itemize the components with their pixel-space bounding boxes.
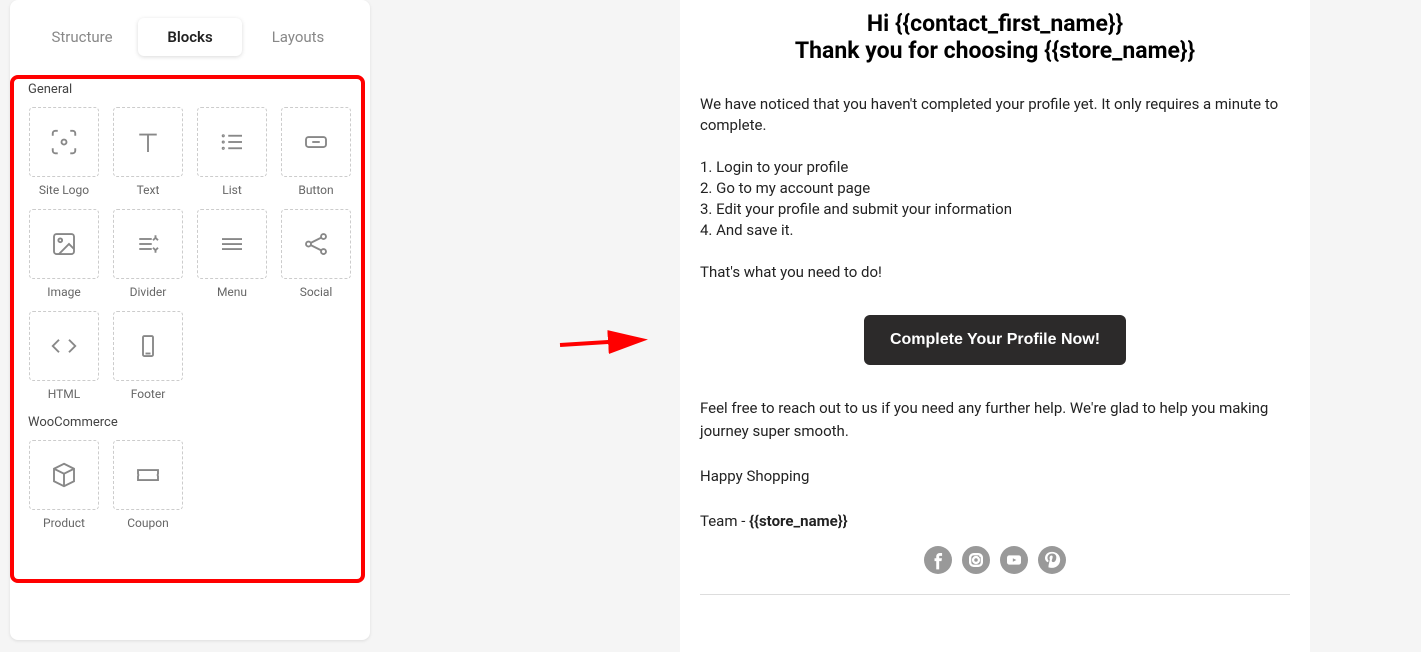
block-label: Footer (131, 387, 166, 401)
email-greeting: Hi {{contact_first_name}} (700, 10, 1290, 37)
block-html[interactable]: HTML (28, 311, 100, 401)
block-label: Social (300, 285, 333, 299)
block-label: List (222, 183, 242, 197)
pinterest-icon[interactable] (1038, 546, 1066, 574)
block-label: Divider (130, 285, 167, 299)
block-image[interactable]: Image (28, 209, 100, 299)
email-preview: Hi {{contact_first_name}} Thank you for … (680, 0, 1310, 652)
coupon-icon (113, 440, 183, 510)
block-site-logo[interactable]: Site Logo (28, 107, 100, 197)
email-step-2: 2. Go to my account page (700, 178, 1290, 199)
block-label: Site Logo (39, 183, 89, 197)
block-footer[interactable]: Footer (112, 311, 184, 401)
instagram-icon[interactable] (962, 546, 990, 574)
general-grid: Site Logo Text List Button (28, 107, 352, 401)
email-happy: Happy Shopping (700, 465, 1290, 488)
email-step-1: 1. Login to your profile (700, 157, 1290, 178)
social-icons (700, 546, 1290, 574)
block-list[interactable]: List (196, 107, 268, 197)
block-label: HTML (48, 387, 81, 401)
youtube-icon[interactable] (1000, 546, 1028, 574)
email-noticed: We have noticed that you haven't complet… (700, 94, 1290, 136)
tabs: Structure Blocks Layouts (10, 0, 370, 66)
block-label: Image (47, 285, 80, 299)
block-divider[interactable]: Divider (112, 209, 184, 299)
blocks-content: General Site Logo Text List (10, 66, 370, 554)
social-icon (281, 209, 351, 279)
block-label: Menu (217, 285, 247, 299)
text-icon (113, 107, 183, 177)
section-general: General (28, 82, 352, 97)
block-label: Coupon (127, 516, 168, 530)
email-footer: Feel free to reach out to us if you need… (700, 397, 1290, 532)
arrow-icon (555, 330, 655, 360)
button-icon (281, 107, 351, 177)
email-step-3: 3. Edit your profile and submit your inf… (700, 199, 1290, 220)
block-label: Product (43, 516, 85, 530)
email-feelfree: Feel free to reach out to us if you need… (700, 397, 1290, 442)
block-text[interactable]: Text (112, 107, 184, 197)
image-icon (29, 209, 99, 279)
email-thank: Thank you for choosing {{store_name}} (700, 37, 1290, 64)
email-team: Team - {{store_name}} (700, 510, 1290, 533)
block-button[interactable]: Button (280, 107, 352, 197)
block-label: Button (298, 183, 333, 197)
complete-profile-button[interactable]: Complete Your Profile Now! (864, 315, 1126, 365)
section-woocommerce: WooCommerce (28, 415, 352, 430)
tab-layouts[interactable]: Layouts (246, 18, 350, 56)
facebook-icon[interactable] (924, 546, 952, 574)
email-step-4: 4. And save it. (700, 220, 1290, 241)
list-icon (197, 107, 267, 177)
block-product[interactable]: Product (28, 440, 100, 530)
sidebar-panel: Structure Blocks Layouts General Site Lo… (10, 0, 370, 640)
product-icon (29, 440, 99, 510)
woocommerce-grid: Product Coupon (28, 440, 352, 530)
divider-line (700, 594, 1290, 595)
menu-icon (197, 209, 267, 279)
tab-blocks[interactable]: Blocks (138, 18, 242, 56)
site-logo-icon (29, 107, 99, 177)
email-body: We have noticed that you haven't complet… (700, 94, 1290, 283)
html-icon (29, 311, 99, 381)
block-menu[interactable]: Menu (196, 209, 268, 299)
footer-icon (113, 311, 183, 381)
block-social[interactable]: Social (280, 209, 352, 299)
block-coupon[interactable]: Coupon (112, 440, 184, 530)
email-thatswhat: That's what you need to do! (700, 262, 1290, 283)
block-label: Text (137, 183, 160, 197)
tab-structure[interactable]: Structure (30, 18, 134, 56)
divider-icon (113, 209, 183, 279)
